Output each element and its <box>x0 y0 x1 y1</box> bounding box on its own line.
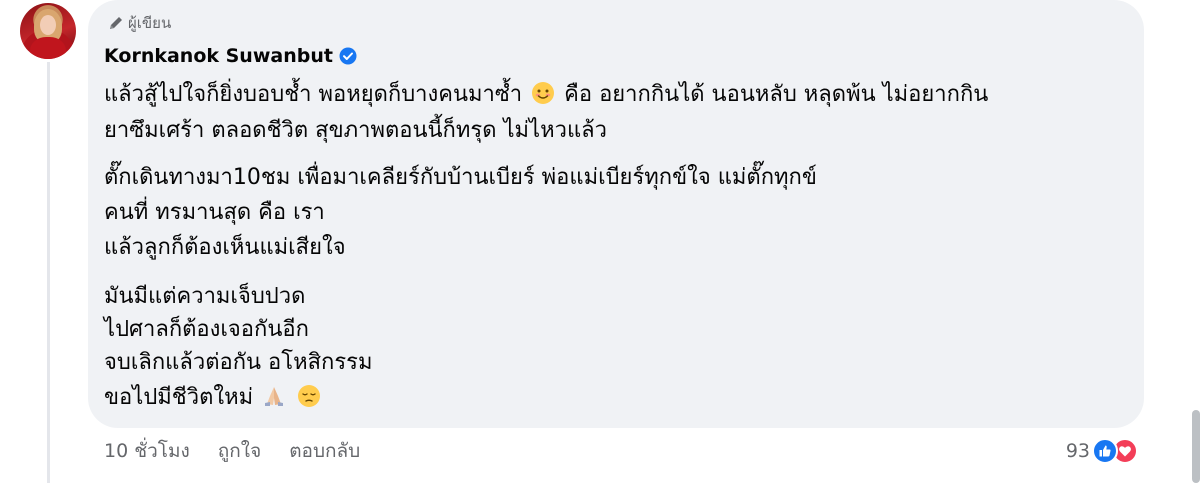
comment-text-line: มันมีแต่ความเจ็บปวด <box>104 284 306 309</box>
pensive-face-emoji-icon <box>297 384 321 418</box>
author-badge: ผู้เขียน <box>108 12 171 34</box>
comment-text-segment: คือ อยากกินได้ นอนหลับ หลุดพ้น ไม่อยากกิ… <box>564 82 989 107</box>
comment-text-line: แล้วลูกก็ต้องเห็นแม่เสียใจ <box>104 235 346 260</box>
folded-hands-emoji-icon <box>262 384 286 418</box>
avatar-face <box>40 15 56 35</box>
smiling-face-emoji-icon <box>531 81 555 115</box>
pencil-icon <box>108 15 124 31</box>
avatar[interactable] <box>20 3 76 59</box>
like-icon <box>1092 438 1118 464</box>
reply-button[interactable]: ตอบกลับ <box>289 436 360 466</box>
comment-text-line: ขอไปมีชีวิตใหม่ <box>104 382 323 414</box>
avatar-dress <box>30 37 66 59</box>
verified-badge-icon <box>339 47 357 65</box>
comment-timestamp[interactable]: 10 ชั่วโมง <box>104 436 190 466</box>
comment-actions: 10 ชั่วโมง ถูกใจ ตอบกลับ <box>104 436 388 466</box>
reactions-summary[interactable]: 93 <box>1066 436 1138 466</box>
reaction-count: 93 <box>1065 440 1090 462</box>
scrollbar-thumb[interactable] <box>1192 410 1200 483</box>
comment-text-line: แล้วสู้ไปใจก็ยิ่งบอบช้ำ พอหยุดก็บางคนมาซ… <box>104 79 988 111</box>
thread-connector-line <box>47 62 50 483</box>
author-badge-label: ผู้เขียน <box>128 14 172 32</box>
comment-text-line: คนที่ ทรมานสุด คือ เรา <box>104 200 325 225</box>
comment-text-segment: แล้วสู้ไปใจก็ยิ่งบอบช้ำ พอหยุดก็บางคนมาซ… <box>104 82 523 107</box>
comment-text-segment: ขอไปมีชีวิตใหม่ <box>104 385 254 410</box>
comment-text-line: ไปศาลก็ต้องเจอกันอีก <box>104 317 309 342</box>
author-name-row: Kornkanok Suwanbut <box>104 42 357 70</box>
like-button[interactable]: ถูกใจ <box>218 436 261 466</box>
comment-text-line: ตั๊กเดินทางมา10ชม เพื่อมาเคลียร์กับบ้านเ… <box>104 165 817 190</box>
author-name[interactable]: Kornkanok Suwanbut <box>104 45 333 67</box>
comment-text-line: ยาซึมเศร้า ตลอดชีวิต สุขภาพตอนนี้ก็ทรุด … <box>104 118 607 143</box>
comment-text-line: จบเลิกแล้วต่อกัน อโหสิกรรม <box>104 350 373 375</box>
